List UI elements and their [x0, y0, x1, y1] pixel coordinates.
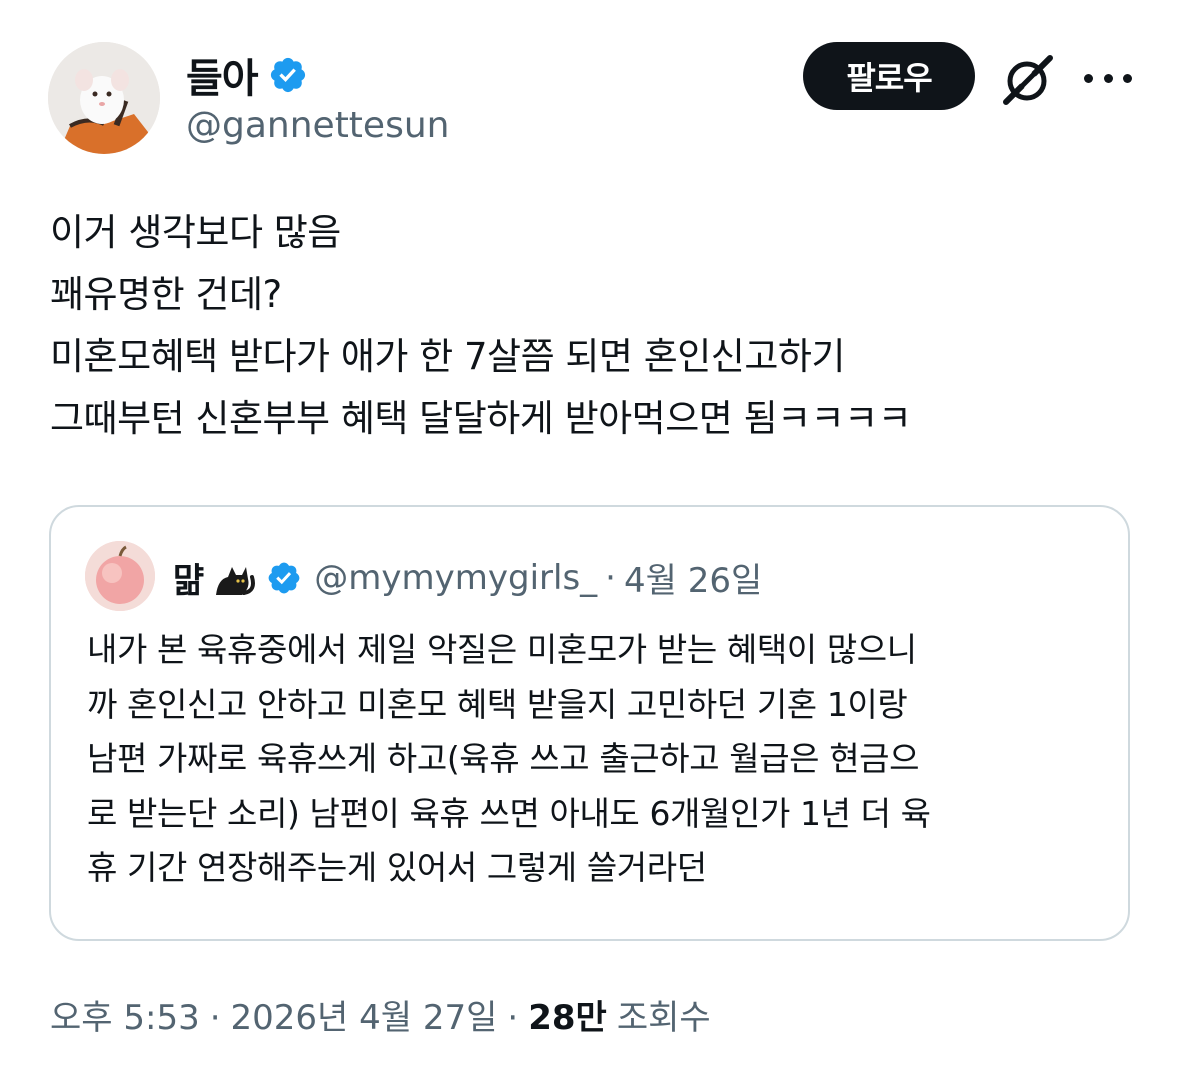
white-rat-avatar-icon [48, 42, 160, 154]
views-label: 조회수 [616, 998, 711, 1038]
author-display-name[interactable]: 들아 [186, 46, 259, 104]
tweet-detail: 들아 @gannettesun 팔로우 이거 생각보다 많음 꽤유명한 건데? … [0, 0, 1179, 1066]
separator-dot: · [209, 998, 221, 1038]
quote-line: 남편 가짜로 육휴쓰게 하고(육휴 쓰고 출근하고 월급은 현금으 [87, 739, 920, 778]
black-cat-icon [216, 566, 256, 595]
quote-line: 까 혼인신고 안하고 미혼모 혜택 받을지 고민하던 기혼 1이랑 [87, 684, 908, 724]
quote-text: 내가 본 육휴중에서 제일 악질은 미혼모가 받는 혜택이 많으니 까 혼인신고… [87, 623, 1097, 896]
peach-avatar-icon [85, 541, 155, 611]
tweet-line: 미혼모혜택 받다가 애가 한 7살쯤 되면 혼인신고하기 [50, 335, 845, 378]
separator-dot: · [507, 998, 519, 1038]
verified-badge-icon [270, 57, 305, 93]
tweet-meta: 오후 5:53 · 2026년 4월 27일 · 28만 조회수 [50, 990, 711, 1039]
tweet-time[interactable]: 오후 5:53 [50, 990, 200, 1039]
quote-line: 로 받는단 소리) 남편이 육휴 쓰면 아내도 6개월인가 1년 더 육 [87, 793, 931, 833]
tweet-line: 꽤유명한 건데? [50, 273, 282, 316]
dot [1103, 73, 1113, 83]
tweet-line: 이거 생각보다 많음 [50, 211, 341, 254]
dot [1084, 73, 1093, 83]
separator-dot: · [605, 557, 616, 598]
quote-display-name[interactable]: 먊 [173, 553, 204, 602]
quote-line: 내가 본 육휴중에서 제일 악질은 미혼모가 받는 혜택이 많으니 [87, 630, 917, 669]
quote-header: 먊 @mymymygirls_ · 4월 26일 [173, 553, 762, 602]
quote-date[interactable]: 4월 26일 [624, 553, 762, 602]
grok-icon[interactable] [1000, 52, 1056, 108]
follow-button[interactable]: 팔로우 [803, 42, 975, 110]
quote-handle[interactable]: @mymymygirls_ [314, 558, 597, 598]
quote-author-avatar[interactable] [85, 541, 155, 611]
verified-badge-icon [268, 562, 300, 593]
tweet-text: 이거 생각보다 많음 꽤유명한 건데? 미혼모혜택 받다가 애가 한 7살쯤 되… [50, 202, 1130, 450]
author-name-row: 들아 [186, 46, 308, 104]
tweet-line: 그때부턴 신혼부부 혜택 달달하게 받아먹으면 됨ㅋㅋㅋㅋ [50, 397, 912, 440]
author-avatar[interactable] [48, 42, 160, 154]
dot [1123, 73, 1132, 83]
views-count[interactable]: 28만 [528, 990, 607, 1039]
author-handle[interactable]: @gannettesun [186, 105, 449, 146]
quoted-tweet[interactable]: 먊 @mymymygirls_ · 4월 26일 내가 본 육휴중에서 제일 악… [49, 505, 1130, 941]
tweet-date[interactable]: 2026년 4월 27일 [231, 990, 498, 1039]
more-dots-icon[interactable] [1084, 58, 1132, 98]
quote-line: 휴 기간 연장해주는게 있어서 그렇게 쓸거라던 [87, 848, 707, 887]
